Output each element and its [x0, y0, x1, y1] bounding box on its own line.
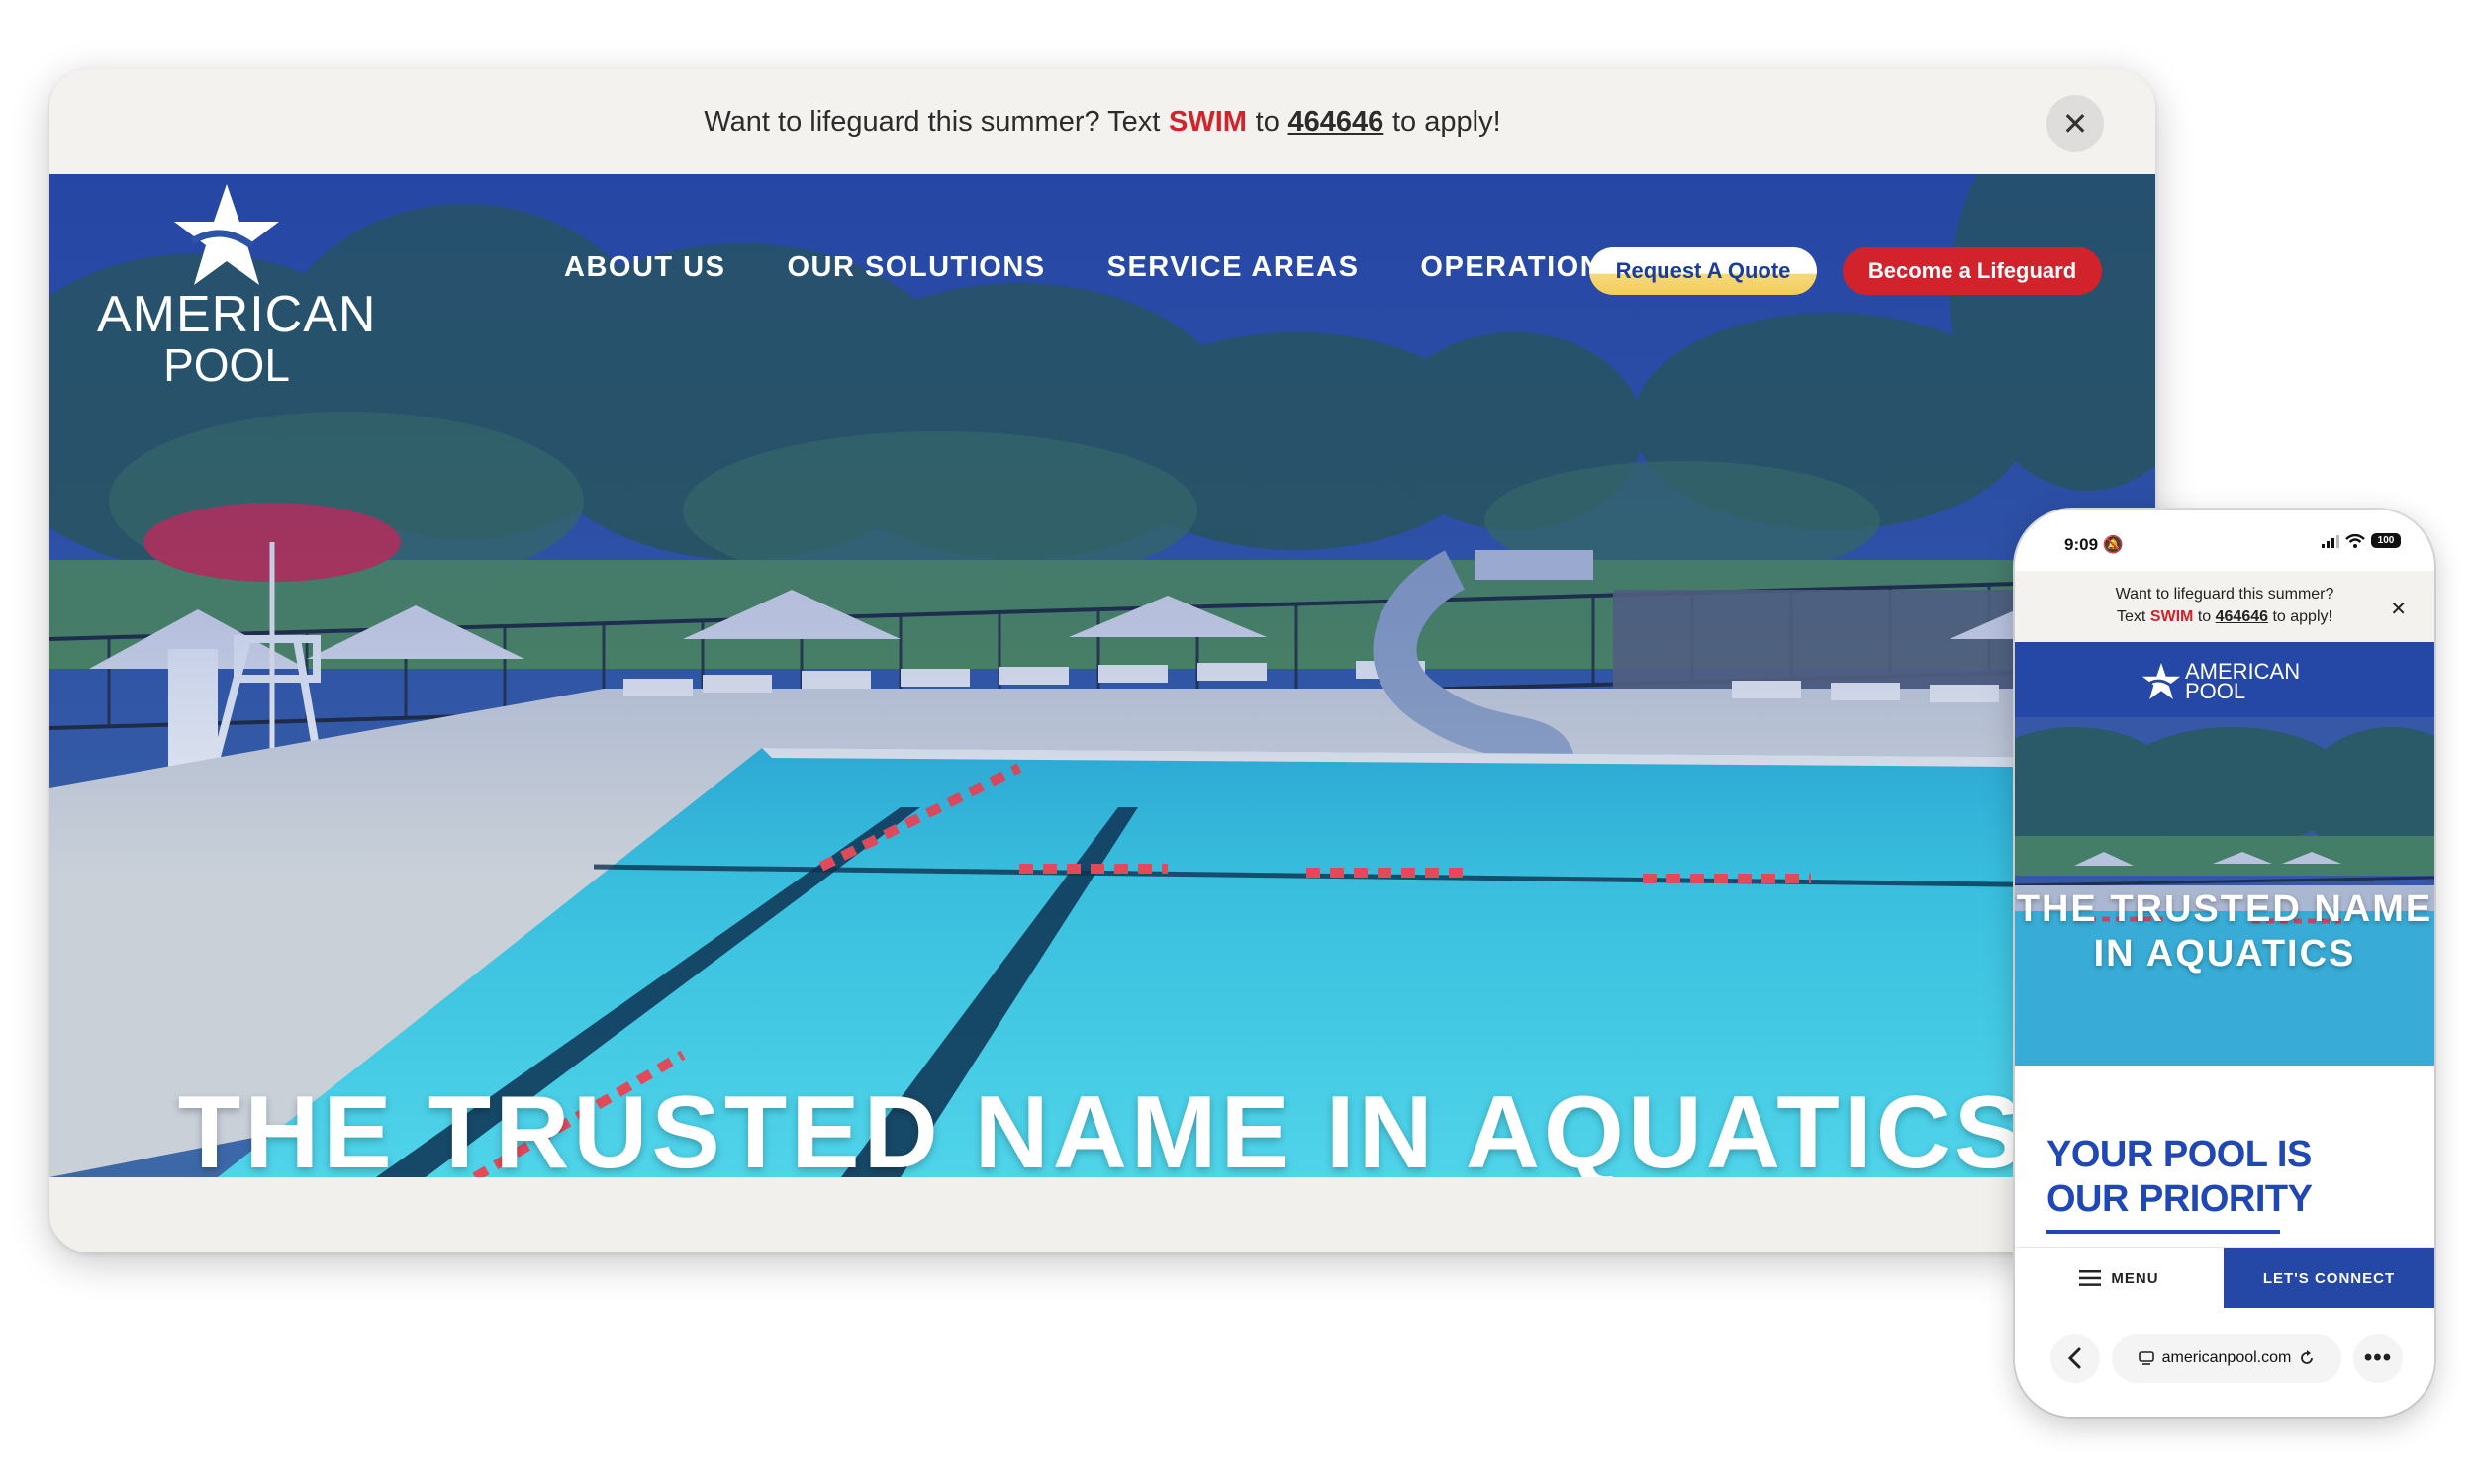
- logo-line-1: AMERICAN: [97, 286, 377, 343]
- close-icon: ✕: [2061, 106, 2089, 141]
- announcement-number-link[interactable]: 464646: [1288, 106, 1384, 139]
- announcement-bar: Want to lifeguard this summer? Text SWIM…: [49, 69, 2155, 174]
- mobile-header: AMERICAN POOL: [2015, 642, 2434, 717]
- mobile-announcement-keyword: SWIM: [2149, 608, 2194, 625]
- main-nav: ABOUT US OUR SOLUTIONS SERVICE AREAS OPE…: [564, 251, 1715, 284]
- mobile-close-announcement-button[interactable]: ✕: [2390, 597, 2407, 621]
- announcement-text: Want to lifeguard this summer? Text: [704, 105, 1161, 138]
- back-arrow-icon: [2067, 1347, 2081, 1369]
- status-time: 9:09 🔕: [2064, 535, 2124, 555]
- desktop-page-footer-strip: [49, 1177, 2155, 1252]
- brand-logo[interactable]: AMERICAN POOL: [97, 184, 377, 391]
- close-icon: ✕: [2390, 599, 2407, 620]
- close-announcement-button[interactable]: ✕: [2046, 95, 2104, 152]
- mobile-phone-mockup: 9:09 🔕 100 Want to lifeguard this summer…: [2015, 510, 2434, 1417]
- mobile-bottom-bar: MENU LET'S CONNECT: [2015, 1247, 2434, 1309]
- mobile-announcement-middle: to: [2197, 608, 2212, 625]
- more-options-button[interactable]: •••: [2353, 1334, 2403, 1383]
- logo-line-2: POOL: [163, 339, 290, 391]
- reload-icon[interactable]: [2299, 1350, 2315, 1366]
- tabs-icon: [2138, 1351, 2154, 1365]
- wifi-icon: [2345, 533, 2365, 548]
- nav-service-areas[interactable]: SERVICE AREAS: [1107, 251, 1360, 284]
- battery-icon: 100: [2371, 533, 2401, 548]
- mobile-announcement-suffix: to apply!: [2272, 608, 2332, 625]
- mobile-logo-text: AMERICAN POOL: [2185, 661, 2300, 703]
- announcement-keyword: SWIM: [1169, 105, 1247, 138]
- mobile-hero-section: THE TRUSTED NAME IN AQUATICS: [2015, 717, 2434, 1066]
- status-time-text: 9:09: [2064, 535, 2099, 554]
- mobile-announcement-text-word: Text: [2117, 608, 2146, 625]
- mobile-browser-toolbar: americanpool.com •••: [2015, 1308, 2434, 1417]
- status-icons: 100: [2322, 533, 2401, 548]
- mobile-brand-logo[interactable]: AMERICAN POOL: [2141, 661, 2300, 703]
- mobile-menu-button[interactable]: MENU: [2015, 1248, 2224, 1309]
- mobile-section-underline: [2046, 1230, 2280, 1234]
- battery-level: 100: [2377, 535, 2395, 546]
- hamburger-icon: [2079, 1270, 2102, 1286]
- mobile-announcement-bar: Want to lifeguard this summer? Text SWIM…: [2015, 571, 2434, 642]
- browser-back-button[interactable]: [2050, 1334, 2100, 1383]
- announcement-middle: to: [1255, 105, 1280, 138]
- announcement-suffix: to apply!: [1392, 105, 1501, 138]
- status-bar: 9:09 🔕 100: [2015, 510, 2434, 579]
- mute-icon: 🔕: [2102, 535, 2124, 554]
- mobile-hero-title: THE TRUSTED NAME IN AQUATICS: [2016, 888, 2433, 974]
- address-bar[interactable]: americanpool.com: [2112, 1334, 2341, 1383]
- mobile-content-section: YOUR POOL IS OUR PRIORITY: [2015, 1066, 2434, 1247]
- mobile-section-title: YOUR POOL IS OUR PRIORITY: [2046, 1134, 2313, 1220]
- address-bar-url: americanpool.com: [2161, 1349, 2292, 1366]
- star-logo-icon: [2141, 663, 2181, 699]
- mobile-menu-label: MENU: [2111, 1269, 2159, 1287]
- star-logo-icon: [174, 184, 279, 285]
- more-icon: •••: [2363, 1345, 2393, 1371]
- lets-connect-button[interactable]: LET'S CONNECT: [2224, 1248, 2434, 1309]
- become-lifeguard-button[interactable]: Become a Lifeguard: [1843, 247, 2102, 295]
- signal-icon: [2322, 534, 2339, 548]
- nav-about-us[interactable]: ABOUT US: [564, 251, 725, 284]
- mobile-logo-line-2: POOL: [2185, 679, 2246, 703]
- desktop-browser-window: Want to lifeguard this summer? Text SWIM…: [49, 69, 2155, 1252]
- hero-section: AMERICAN POOL ABOUT US OUR SOLUTIONS SER…: [49, 174, 2155, 1177]
- request-quote-button[interactable]: Request A Quote: [1589, 247, 1817, 295]
- mobile-announcement-number-link[interactable]: 464646: [2216, 608, 2268, 625]
- nav-our-solutions[interactable]: OUR SOLUTIONS: [787, 251, 1045, 284]
- mobile-announcement-line-1: Want to lifeguard this summer?: [2115, 586, 2334, 603]
- mobile-announcement-line-2: Text SWIM to 464646 to apply!: [2015, 605, 2434, 628]
- hero-title: THE TRUSTED NAME IN AQUATICS: [177, 1075, 2028, 1177]
